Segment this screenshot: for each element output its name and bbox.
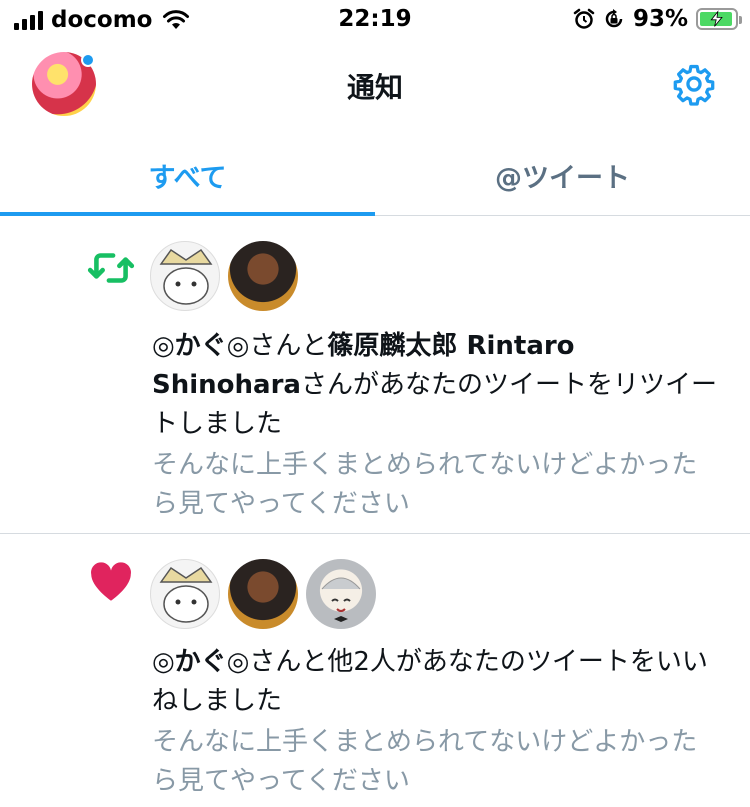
retweet-icon [87, 253, 135, 283]
user-name[interactable]: ◎かぐ◎ [152, 647, 249, 677]
avatar[interactable] [150, 241, 220, 311]
tab-mentions-label: @ツイート [495, 163, 630, 194]
tab-all-label: すべて [148, 163, 227, 194]
status-bar: docomo 22:19 93% [0, 0, 750, 40]
active-tab-indicator [0, 212, 375, 216]
tweet-preview: そんなに上手くまとめられてないけどよかったら見てやってください [152, 727, 698, 796]
notification-retweet[interactable]: ◎かぐ◎さんと篠原麟太郎 Rintaro Shinoharaさんがあなたのツイー… [0, 217, 750, 534]
avatar[interactable] [150, 559, 220, 629]
tab-all[interactable]: すべて [0, 130, 375, 216]
avatar[interactable] [306, 559, 376, 629]
user-name[interactable]: ◎かぐ◎ [152, 331, 249, 361]
unread-dot [81, 53, 95, 67]
battery-icon [696, 8, 742, 30]
battery-percent: 93% [632, 6, 688, 32]
notification-text: ◎かぐ◎さんと篠原麟太郎 Rintaro Shinoharaさんがあなたのツイー… [152, 331, 717, 439]
avatar[interactable] [228, 241, 298, 311]
tab-bar: すべて @ツイート [0, 130, 750, 216]
header: 通知 [0, 40, 750, 130]
tweet-preview: そんなに上手くまとめられてないけどよかったら見てやってください [152, 450, 698, 519]
notification-like[interactable]: ◎かぐ◎さんと他2人があなたのツイートをいいねしました そんなに上手くまとめられ… [0, 535, 750, 807]
gear-icon[interactable] [672, 62, 716, 106]
tab-mentions[interactable]: @ツイート [375, 130, 750, 215]
notification-text: ◎かぐ◎さんと他2人があなたのツイートをいいねしました [152, 647, 708, 716]
heart-icon [91, 562, 131, 601]
alarm-icon [573, 8, 595, 29]
rotation-lock-icon [605, 9, 623, 28]
page-title: 通知 [346, 71, 403, 104]
avatar[interactable] [228, 559, 298, 629]
